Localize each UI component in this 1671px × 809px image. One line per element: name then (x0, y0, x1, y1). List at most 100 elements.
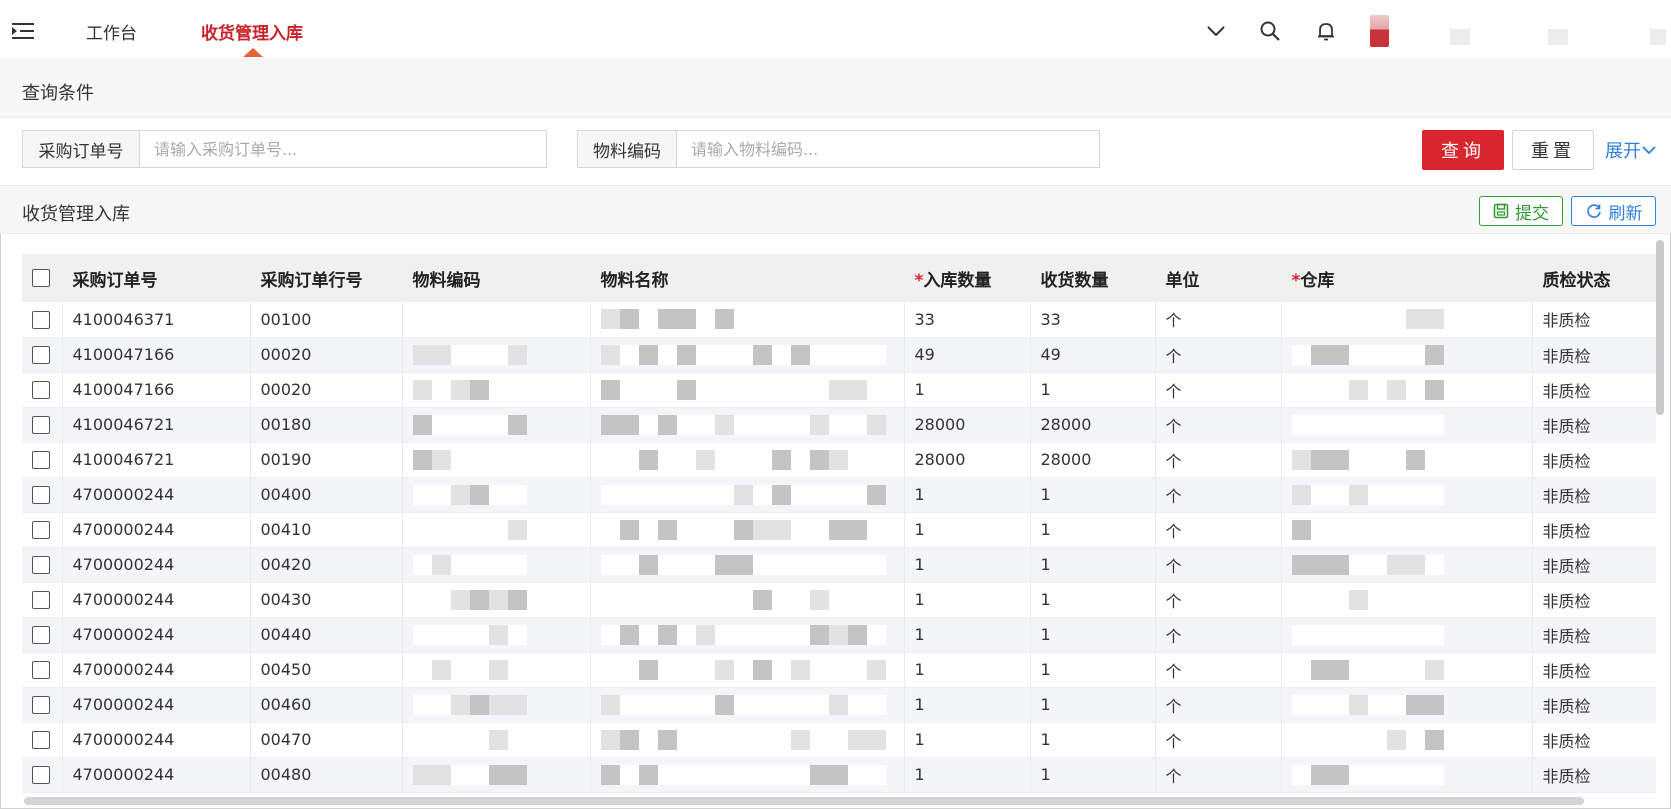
cell-warehouse[interactable] (1281, 617, 1533, 652)
table-row[interactable]: 4700000244 00450 1 1 个非质检 (22, 652, 1656, 687)
row-checkbox[interactable] (32, 731, 50, 750)
table-row[interactable]: 4700000244 00430 1 1 个非质检 (22, 582, 1656, 617)
po-field-label: 采购订单号 (23, 131, 140, 167)
tab-receiving[interactable]: 收货管理入库 (201, 19, 303, 44)
cell-warehouse[interactable] (1281, 687, 1533, 722)
col-in-qty[interactable]: *入库数量 (904, 254, 1031, 302)
col-po[interactable]: 采购订单号 (62, 254, 251, 302)
table-row[interactable]: 4700000244 00440 1 1 个非质检 (22, 617, 1656, 652)
table-row[interactable]: 4100046721 00190 28000 28000 个非质检 (22, 442, 1656, 477)
cell-recv-qty: 1 (1030, 757, 1156, 792)
row-checkbox[interactable] (32, 381, 50, 400)
cell-in-qty[interactable]: 49 (904, 337, 1031, 372)
table-row[interactable]: 4100046721 00180 28000 28000 个非质检 (22, 407, 1656, 442)
cell-warehouse[interactable] (1281, 722, 1533, 757)
row-checkbox[interactable] (32, 661, 50, 680)
cell-material-code (402, 617, 591, 652)
cell-warehouse[interactable] (1281, 512, 1533, 547)
col-warehouse-label: 仓库 (1300, 270, 1335, 291)
col-recv-qty[interactable]: 收货数量 (1030, 254, 1156, 302)
grid-header: 收货管理入库 提交 刷新 (0, 186, 1671, 234)
redacted-mosaic (1291, 484, 1532, 505)
row-checkbox[interactable] (32, 766, 50, 785)
row-checkbox[interactable] (32, 346, 50, 365)
cell-warehouse[interactable] (1281, 302, 1533, 337)
row-select-cell (22, 302, 63, 337)
redacted-mosaic (412, 624, 590, 645)
query-title: 查询条件 (22, 83, 94, 104)
row-checkbox[interactable] (32, 626, 50, 645)
cell-warehouse[interactable] (1281, 652, 1533, 687)
vertical-scrollbar[interactable] (1656, 240, 1664, 415)
table-row[interactable]: 4700000244 00400 1 1 个非质检 (22, 477, 1656, 512)
row-checkbox[interactable] (32, 311, 50, 329)
table-row[interactable]: 4100047166 00020 49 49 个非质检 (22, 337, 1656, 372)
table-row[interactable]: 4700000244 00470 1 1 个非质检 (22, 722, 1656, 757)
table-row[interactable]: 4100047166 00020 1 1 个非质检 (22, 372, 1656, 407)
cell-warehouse[interactable] (1281, 477, 1533, 512)
avatar[interactable] (1370, 15, 1389, 47)
cell-in-qty[interactable]: 1 (904, 547, 1031, 582)
cell-in-qty[interactable]: 1 (904, 512, 1031, 547)
table-row[interactable]: 4700000244 00410 1 1 个非质检 (22, 512, 1656, 547)
cell-in-qty[interactable]: 1 (904, 687, 1031, 722)
material-field: 物料编码 (577, 130, 1100, 168)
col-line[interactable]: 采购订单行号 (250, 254, 403, 302)
row-checkbox[interactable] (32, 591, 50, 610)
col-material-code[interactable]: 物料编码 (402, 254, 591, 302)
col-unit[interactable]: 单位 (1155, 254, 1282, 302)
cell-in-qty[interactable]: 1 (904, 372, 1031, 407)
po-input[interactable] (140, 131, 546, 167)
cell-in-qty[interactable]: 33 (904, 302, 1031, 337)
cell-warehouse[interactable] (1281, 547, 1533, 582)
cell-warehouse[interactable] (1281, 442, 1533, 477)
search-icon[interactable] (1259, 20, 1281, 42)
select-all-checkbox[interactable] (32, 269, 50, 287)
cell-warehouse[interactable] (1281, 407, 1533, 442)
cell-in-qty[interactable]: 28000 (904, 442, 1031, 477)
cell-in-qty[interactable]: 1 (904, 652, 1031, 687)
col-material-name[interactable]: 物料名称 (590, 254, 905, 302)
cell-warehouse[interactable] (1281, 372, 1533, 407)
refresh-button[interactable]: 刷新 (1571, 196, 1656, 226)
chevron-down-icon[interactable] (1205, 20, 1227, 42)
material-field-label: 物料编码 (578, 131, 677, 167)
cell-in-qty[interactable]: 28000 (904, 407, 1031, 442)
cell-material-name (590, 547, 905, 582)
material-input[interactable] (677, 131, 1099, 167)
cell-in-qty[interactable]: 1 (904, 477, 1031, 512)
horizontal-scrollbar[interactable] (24, 797, 1584, 805)
tab-workbench[interactable]: 工作台 (86, 19, 137, 44)
menu-icon[interactable] (12, 22, 34, 40)
submit-button[interactable]: 提交 (1479, 196, 1563, 226)
table-row[interactable]: 4700000244 00460 1 1 个非质检 (22, 687, 1656, 722)
cell-in-qty[interactable]: 1 (904, 722, 1031, 757)
row-checkbox[interactable] (32, 486, 50, 505)
redacted-mosaic (600, 519, 904, 540)
col-warehouse[interactable]: *仓库 (1281, 254, 1533, 302)
cell-warehouse[interactable] (1281, 757, 1533, 792)
col-qc[interactable]: 质检状态 (1532, 254, 1656, 302)
expand-button[interactable]: 展开 (1601, 130, 1661, 170)
cell-in-qty[interactable]: 1 (904, 582, 1031, 617)
query-button[interactable]: 查询 (1422, 130, 1504, 170)
cell-unit: 个 (1155, 372, 1282, 407)
redacted-mosaic (412, 729, 590, 750)
row-checkbox[interactable] (32, 416, 50, 435)
row-checkbox[interactable] (32, 696, 50, 715)
cell-recv-qty: 1 (1030, 512, 1156, 547)
bell-icon[interactable] (1315, 20, 1337, 42)
table-row[interactable]: 4100046371 00100 33 33 个非质检 (22, 302, 1656, 337)
table-row[interactable]: 4700000244 00420 1 1 个非质检 (22, 547, 1656, 582)
cell-warehouse[interactable] (1281, 337, 1533, 372)
row-checkbox[interactable] (32, 556, 50, 575)
cell-in-qty[interactable]: 1 (904, 757, 1031, 792)
row-checkbox[interactable] (32, 451, 50, 470)
row-checkbox[interactable] (32, 521, 50, 540)
cell-in-qty[interactable]: 1 (904, 617, 1031, 652)
cell-unit: 个 (1155, 512, 1282, 547)
reset-button[interactable]: 重置 (1512, 130, 1594, 170)
table-row[interactable]: 4700000244 00480 1 1 个非质检 (22, 757, 1656, 792)
cell-warehouse[interactable] (1281, 582, 1533, 617)
redacted-mosaic (1291, 379, 1532, 400)
